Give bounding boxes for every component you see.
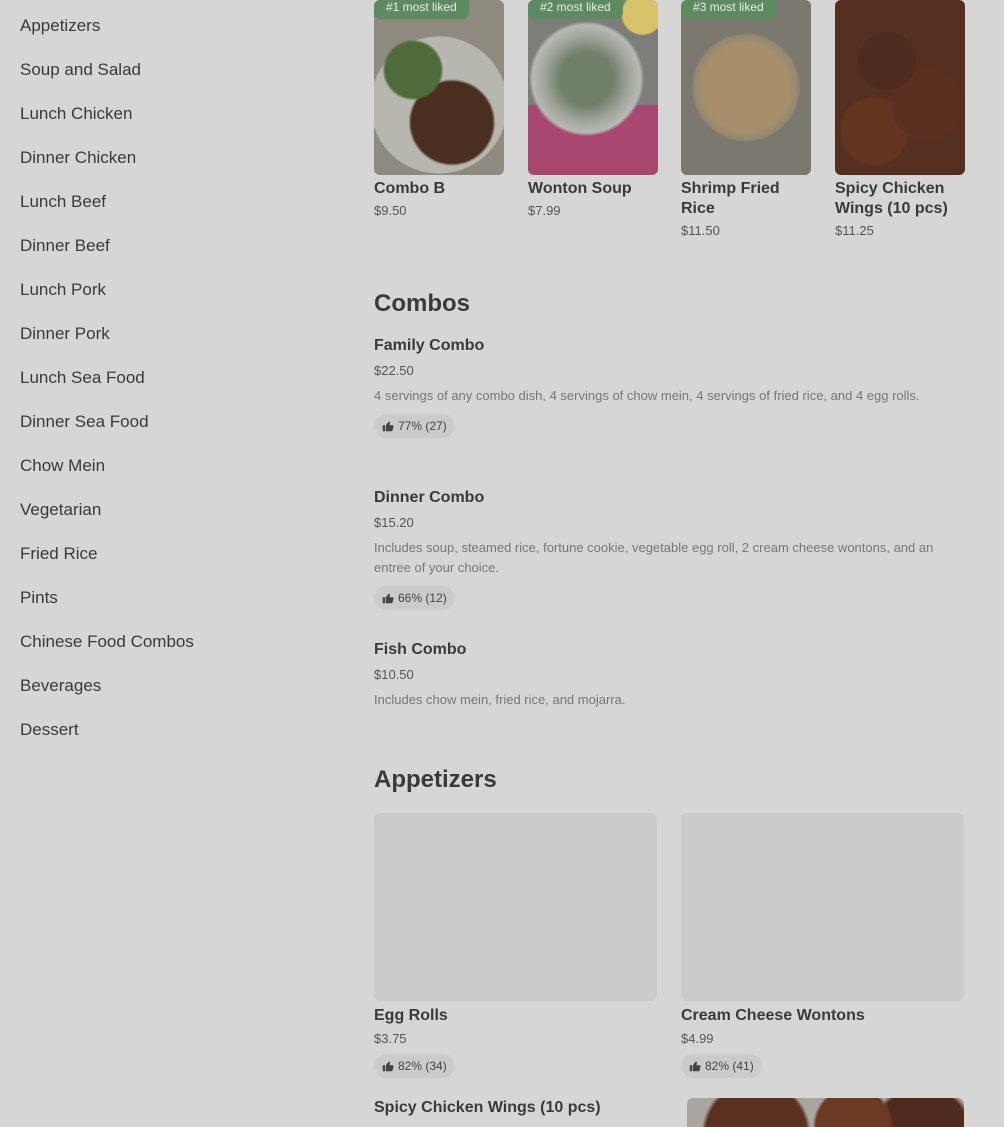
item-price: $3.75 [374, 1031, 407, 1046]
sidebar-item-beverages[interactable]: Beverages [20, 660, 320, 704]
item-name: Fish Combo [374, 641, 467, 658]
item-description: Includes soup, steamed rice, fortune coo… [374, 540, 934, 575]
menu-item-fish-combo[interactable]: Fish Combo $10.50 Includes chow mein, fr… [374, 641, 954, 710]
item-name: Spicy Chicken Wings (10 pcs) [374, 1099, 601, 1116]
most-liked-badge: #2 most liked [528, 0, 623, 19]
rating-badge: 66% (12) [374, 586, 455, 610]
rating-text: 66% (12) [398, 591, 447, 605]
sidebar-item-chow-mein[interactable]: Chow Mein [20, 440, 320, 484]
popular-item-name: Wonton Soup [528, 180, 632, 197]
sidebar-item-dinner-sea-food[interactable]: Dinner Sea Food [20, 396, 320, 440]
sidebar-item-dinner-chicken[interactable]: Dinner Chicken [20, 132, 320, 176]
sidebar-item-lunch-beef[interactable]: Lunch Beef [20, 176, 320, 220]
popular-item-name: Spicy Chicken Wings (10 pcs) [835, 180, 948, 217]
most-liked-badge: #3 most liked [681, 0, 776, 19]
sidebar-item-vegetarian[interactable]: Vegetarian [20, 484, 320, 528]
most-liked-badge: #1 most liked [374, 0, 469, 19]
dish-photo: #2 most liked [528, 0, 658, 175]
sidebar-item-soup-and-salad[interactable]: Soup and Salad [20, 44, 320, 88]
section-title-appetizers: Appetizers [374, 766, 497, 793]
rating-text: 77% (27) [398, 419, 447, 433]
item-price: $10.50 [374, 667, 414, 682]
dish-photo: #3 most liked [681, 0, 811, 175]
menu-item-family-combo[interactable]: Family Combo $22.50 4 servings of any co… [374, 337, 954, 438]
popular-item-name: Combo B [374, 180, 446, 197]
dish-photo: #1 most liked [374, 0, 504, 175]
sidebar-item-dinner-pork[interactable]: Dinner Pork [20, 308, 320, 352]
popular-item-price: $11.50 [681, 223, 720, 238]
thumbs-up-icon [689, 1061, 701, 1072]
item-description: Includes chow mein, fried rice, and moja… [374, 692, 626, 707]
popular-item-card[interactable]: #3 most liked Shrimp Fried Rice $11.50 [681, 0, 811, 238]
sidebar-item-lunch-pork[interactable]: Lunch Pork [20, 264, 320, 308]
category-sidebar: Appetizers Soup and Salad Lunch Chicken … [20, 0, 320, 748]
sidebar-item-dinner-beef[interactable]: Dinner Beef [20, 220, 320, 264]
rating-badge: 82% (34) [374, 1054, 455, 1078]
most-liked-carousel: #1 most liked Combo B $9.50 #2 most like… [374, 0, 965, 280]
rating-badge: 77% (27) [374, 414, 455, 438]
sidebar-item-fried-rice[interactable]: Fried Rice [20, 528, 320, 572]
popular-item-price: $9.50 [374, 203, 407, 218]
menu-item-spicy-chicken-wings[interactable]: Spicy Chicken Wings (10 pcs) [374, 1099, 674, 1117]
rating-badge: 82% (41) [681, 1054, 762, 1078]
dish-photo-placeholder [681, 813, 964, 1001]
item-name: Family Combo [374, 337, 485, 354]
item-name: Cream Cheese Wontons [681, 1007, 865, 1024]
thumbs-up-icon [382, 593, 394, 604]
popular-item-card[interactable]: #1 most liked Combo B $9.50 [374, 0, 504, 218]
item-price: $4.99 [681, 1031, 714, 1046]
item-price: $15.20 [374, 515, 414, 530]
menu-item-cream-cheese-wontons[interactable]: Cream Cheese Wontons $4.99 82% (41) [681, 813, 964, 1078]
sidebar-item-lunch-sea-food[interactable]: Lunch Sea Food [20, 352, 320, 396]
popular-item-name: Shrimp Fried Rice [681, 180, 780, 217]
rating-text: 82% (34) [398, 1059, 447, 1073]
sidebar-item-chinese-food-combos[interactable]: Chinese Food Combos [20, 616, 320, 660]
item-description: 4 servings of any combo dish, 4 servings… [374, 388, 920, 403]
sidebar-item-dessert[interactable]: Dessert [20, 704, 320, 748]
dish-photo [835, 0, 965, 175]
dish-photo-placeholder [374, 813, 657, 1001]
menu-item-dinner-combo[interactable]: Dinner Combo $15.20 Includes soup, steam… [374, 489, 954, 610]
item-name: Dinner Combo [374, 489, 485, 506]
menu-item-egg-rolls[interactable]: Egg Rolls $3.75 82% (34) [374, 813, 657, 1078]
popular-item-price: $7.99 [528, 203, 561, 218]
thumbs-up-icon [382, 421, 394, 432]
section-title-combos: Combos [374, 290, 470, 317]
sidebar-item-pints[interactable]: Pints [20, 572, 320, 616]
item-name: Egg Rolls [374, 1007, 448, 1024]
popular-item-card[interactable]: Spicy Chicken Wings (10 pcs) $11.25 [835, 0, 965, 238]
popular-item-card[interactable]: #2 most liked Wonton Soup $7.99 [528, 0, 658, 218]
item-price: $22.50 [374, 363, 414, 378]
dish-photo [687, 1098, 964, 1127]
thumbs-up-icon [382, 1061, 394, 1072]
sidebar-item-appetizers[interactable]: Appetizers [20, 0, 320, 44]
popular-item-price: $11.25 [835, 223, 874, 238]
rating-text: 82% (41) [705, 1059, 754, 1073]
sidebar-item-lunch-chicken[interactable]: Lunch Chicken [20, 88, 320, 132]
menu-content: #1 most liked Combo B $9.50 #2 most like… [374, 0, 965, 1127]
